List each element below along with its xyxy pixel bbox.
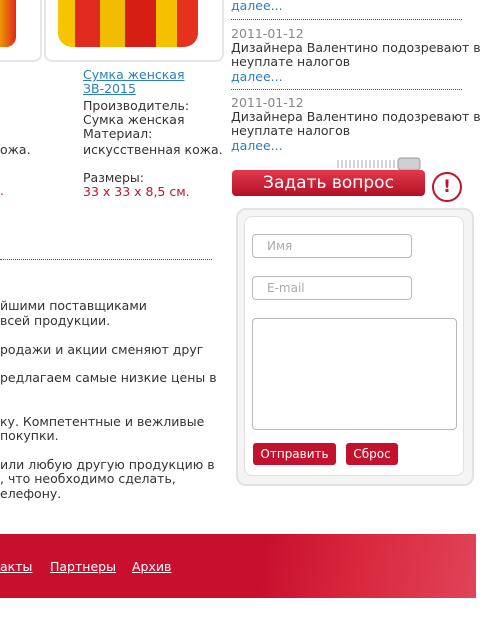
footer-link-partners[interactable]: Партнеры (50, 559, 116, 574)
news-title: Дизайнера Валентино подозревают в (231, 109, 481, 124)
about-text-line: елефону. (0, 486, 62, 501)
news-title-line2: неуплате налогов (231, 54, 351, 69)
manufacturer-label: Производитель: (83, 98, 190, 113)
news-divider (231, 19, 462, 20)
product-material-partial: ожа. (0, 142, 31, 157)
news-date: 2011-01-12 (231, 26, 304, 41)
sizes-label: Размеры: (83, 170, 144, 185)
product-card[interactable] (44, 0, 224, 62)
footer-link-archive[interactable]: Архив (132, 559, 171, 574)
product-card-partial[interactable] (0, 0, 42, 62)
footer: акты Партнеры Архив (0, 534, 476, 598)
news-more-link[interactable]: далее... (231, 0, 283, 13)
footer-link-contacts[interactable]: акты (0, 559, 32, 574)
content-divider (0, 259, 212, 260)
name-input[interactable]: Имя (252, 234, 412, 258)
about-text-line: родажи и акции сменяют друг (0, 342, 204, 357)
news-title: Дизайнера Валентино подозревают в (231, 40, 481, 55)
ask-question-button[interactable]: Задать вопрос (232, 170, 425, 196)
product-image[interactable] (58, 0, 198, 47)
submit-button[interactable]: Отправить (253, 443, 336, 465)
news-date: 2011-01-12 (231, 95, 304, 110)
product-image[interactable] (0, 0, 16, 47)
exclamation-icon: ! (432, 172, 462, 202)
news-more-link[interactable]: далее... (231, 70, 283, 84)
about-text-line: , что необходимо сделать, (0, 471, 176, 486)
email-input[interactable]: E-mail (252, 276, 412, 300)
about-text-line: или любую другую продукцию в (0, 457, 215, 472)
about-text-line: йшими поставщиками (0, 298, 147, 313)
product-price-partial: . (0, 183, 4, 198)
news-more-link[interactable]: далее... (231, 139, 283, 153)
message-textarea[interactable] (252, 318, 457, 430)
about-text-line: ку. Компетентные и вежливые (0, 414, 205, 429)
product-link[interactable]: Сумка женская (83, 68, 184, 82)
product-link-line2[interactable]: ЗВ-2015 (83, 82, 136, 96)
material-value: искусственная кожа. (83, 142, 223, 157)
news-divider (231, 89, 462, 90)
about-text-line: редлагаем самые низкие цены в (0, 370, 217, 385)
about-text-line: всей продукции. (0, 313, 111, 328)
sizes-value: 33 х 33 х 8,5 см. (83, 184, 190, 199)
news-title-line2: неуплате налогов (231, 123, 351, 138)
material-label: Материал: (83, 126, 153, 141)
reset-button[interactable]: Сброс (346, 443, 398, 465)
about-text-line: покупки. (0, 428, 59, 443)
manufacturer-value: Сумка женская (83, 112, 185, 127)
